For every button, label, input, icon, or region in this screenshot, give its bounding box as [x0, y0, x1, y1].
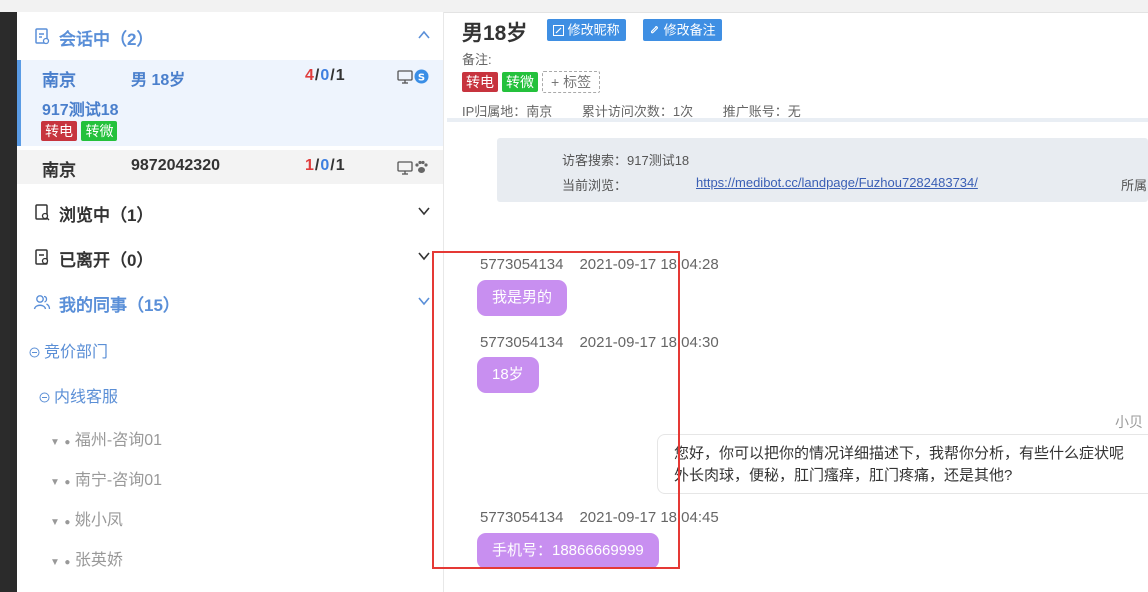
person-name: 福州-咨询01	[74, 432, 162, 449]
person-name: 姚小凤	[74, 512, 123, 529]
tree-group-label: 内线客服	[54, 389, 119, 406]
visit-info-box: 访客搜索：917测试18 当前浏览： https://medibot.cc/la…	[497, 138, 1148, 202]
count-a: 1	[305, 157, 315, 174]
session-card[interactable]: 南京 9872042320 1/0/1	[17, 150, 443, 184]
visitor-name: 男18岁	[462, 22, 528, 45]
chevron-down-icon[interactable]	[417, 204, 431, 218]
tree-group[interactable]: 内线客服	[39, 383, 118, 407]
tag-transfer-wechat[interactable]: 转微	[81, 121, 118, 141]
monitor-icon	[397, 70, 413, 84]
session-city: 南京	[42, 71, 76, 90]
session-card-active[interactable]: 南京 男 18岁 4/0/1 S 917测试18 转电 转微	[17, 60, 443, 146]
info-search: 访客搜索：917测试18	[562, 153, 690, 168]
status-dot-icon: ●	[64, 437, 71, 448]
paw-icon	[415, 160, 428, 173]
caret-down-icon: ▼	[50, 477, 60, 488]
session-visitor-name: 917测试18	[42, 102, 119, 119]
agent-reply-line: 您好，你可以把你的情况详细描述下，我帮你分析，有些什么症状呢	[674, 445, 1125, 462]
session-info: 男 18岁	[131, 72, 186, 89]
session-counts: 4/0/1	[305, 67, 346, 85]
edit-remark-label: 修改备注	[663, 22, 716, 38]
tree-person[interactable]: ▼ ● 姚小凤	[50, 506, 123, 530]
status-dot-icon: ●	[64, 477, 71, 488]
caret-down-icon: ▼	[50, 557, 60, 568]
highlight-box	[432, 251, 680, 569]
collapse-circle-icon	[39, 392, 50, 403]
window-edge	[0, 12, 17, 592]
count-c: 1	[335, 67, 346, 84]
svg-text:S: S	[418, 73, 425, 84]
paperclip-icon	[650, 26, 658, 34]
promo-account: 推广账号：无	[722, 104, 801, 119]
edit-remark-button[interactable]: 修改备注	[643, 19, 722, 41]
info-browse-label: 当前浏览：	[562, 178, 628, 193]
tree-dept-label: 竞价部门	[44, 344, 109, 361]
person-name: 南宁-咨询01	[74, 472, 162, 489]
collapse-circle-icon	[29, 347, 40, 358]
session-tags: 转电 转微	[41, 121, 118, 141]
tree-person[interactable]: ▼ ● 福州-咨询01	[50, 426, 162, 450]
ip-location: IP归属地：南京	[462, 104, 553, 119]
current-page-link[interactable]: https://medibot.cc/landpage/Fuzhou728248…	[696, 175, 978, 190]
section-talking[interactable]: 会话中（2）	[17, 16, 443, 56]
section-talking-label: 会话中（2）	[59, 30, 154, 49]
section-colleagues[interactable]: 我的同事（15）	[17, 282, 443, 322]
header-divider	[447, 118, 1148, 122]
count-a: 4	[305, 67, 315, 84]
status-dot-icon: ●	[64, 517, 71, 528]
document-icon	[35, 28, 50, 45]
count-c: 1	[335, 157, 346, 174]
skype-icon: S	[414, 69, 429, 84]
visitor-tags: 转电 转微 + 标签	[462, 71, 601, 93]
session-info: 9872042320	[131, 157, 220, 174]
users-icon	[33, 295, 51, 310]
chevron-down-icon[interactable]	[417, 294, 431, 308]
count-b: 0	[320, 67, 331, 84]
remark-label: 备注:	[462, 52, 492, 67]
section-left-label: 已离开（0）	[59, 251, 154, 270]
section-browsing[interactable]: 浏览中（1）	[17, 192, 443, 232]
edit-icon	[553, 25, 564, 37]
person-name: 张英娇	[74, 552, 123, 569]
visit-count: 累计访问次数：1次	[581, 104, 694, 119]
info-location-label: 所属	[1121, 178, 1148, 193]
caret-down-icon: ▼	[50, 437, 60, 448]
section-colleagues-label: 我的同事（15）	[59, 296, 180, 315]
section-left[interactable]: 已离开（0）	[17, 237, 443, 277]
tag-transfer-phone[interactable]: 转电	[462, 72, 498, 92]
section-browsing-label: 浏览中（1）	[59, 206, 154, 225]
edit-nickname-label: 修改昵称	[567, 22, 620, 38]
session-city: 南京	[42, 161, 76, 180]
session-counts: 1/0/1	[305, 157, 346, 175]
edit-nickname-button[interactable]: 修改昵称	[547, 19, 626, 41]
tag-transfer-phone[interactable]: 转电	[41, 121, 77, 141]
monitor-icon	[397, 161, 413, 175]
document-search-icon	[35, 204, 50, 221]
tree-dept[interactable]: 竞价部门	[29, 338, 108, 362]
count-b: 0	[320, 157, 331, 174]
agent-reply-bubble: 您好，你可以把你的情况详细描述下，我帮你分析，有些什么症状呢 外长肉球，便秘，肛…	[657, 434, 1148, 494]
caret-down-icon: ▼	[50, 517, 60, 528]
agent-name: 小贝	[1115, 414, 1143, 430]
add-tag-button[interactable]: + 标签	[542, 71, 601, 93]
tree-person[interactable]: ▼ ● 南宁-咨询01	[50, 466, 162, 490]
document-exit-icon	[35, 249, 49, 265]
chevron-up-icon[interactable]	[417, 28, 431, 42]
agent-reply-line: 外长肉球，便秘，肛门瘙痒，肛门疼痛，还是其他?	[674, 467, 1013, 484]
chevron-down-icon[interactable]	[417, 249, 431, 263]
tree-person[interactable]: ▼ ● 张英娇	[50, 546, 123, 570]
status-dot-icon: ●	[64, 557, 71, 568]
tag-transfer-wechat[interactable]: 转微	[502, 72, 538, 92]
visitor-list-panel: 会话中（2） 南京 男 18岁 4/0/1 S 917测试18 转电 转微 南京…	[17, 12, 444, 592]
